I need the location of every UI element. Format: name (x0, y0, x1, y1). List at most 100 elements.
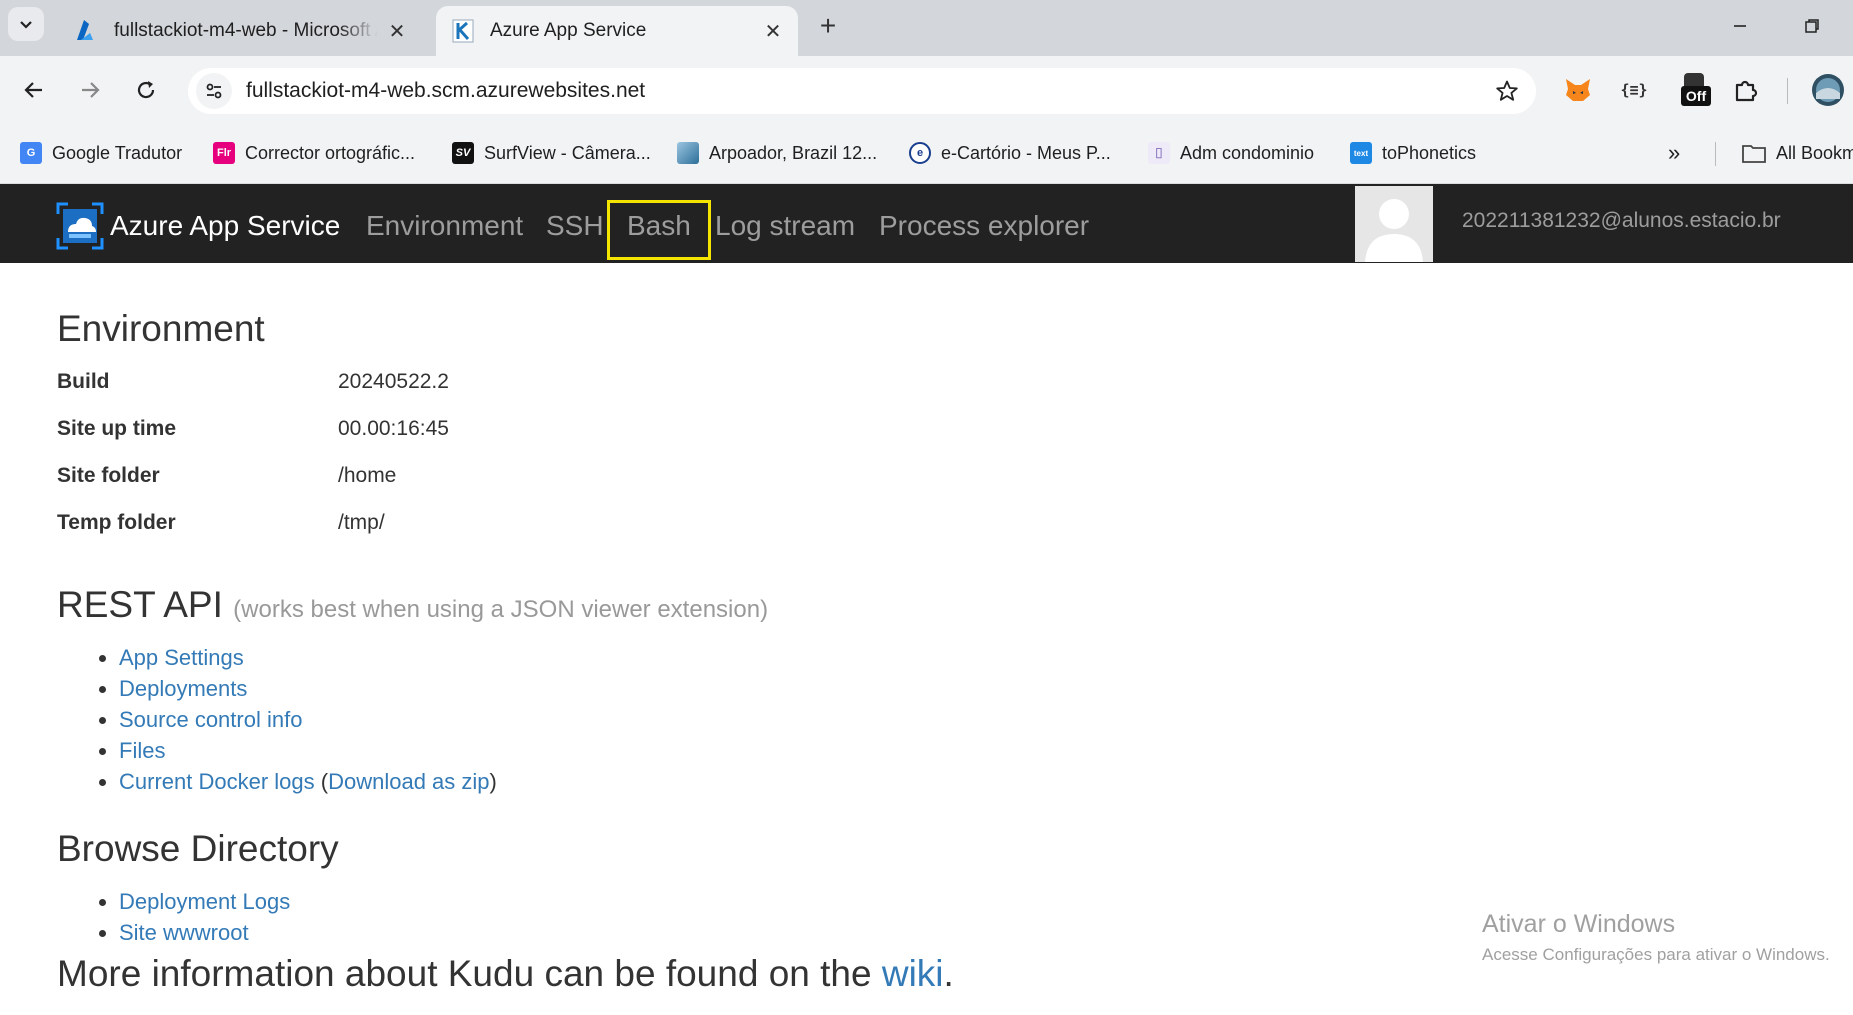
azure-logo-icon (74, 18, 100, 44)
back-button[interactable] (16, 72, 52, 108)
env-key: Site up time (57, 417, 177, 440)
list-item: Current Docker logs (Download as zip) (119, 766, 497, 797)
new-tab-button[interactable]: + (812, 10, 844, 42)
rest-api-heading: REST API (works best when using a JSON v… (57, 584, 768, 626)
tab-title: fullstackiot-m4-web - Microsoft Azure (114, 20, 378, 42)
link-files[interactable]: Files (119, 738, 165, 763)
corrector-icon: Flr (213, 142, 235, 164)
close-icon[interactable]: ✕ (386, 20, 408, 43)
ecartorio-icon: e (909, 142, 931, 164)
link-current-docker-logs[interactable]: Current Docker logs (119, 769, 315, 794)
environment-heading: Environment (57, 308, 265, 349)
arrow-left-icon (24, 82, 42, 98)
off-badge-label: Off (1681, 86, 1711, 106)
braces-icon: {≡} (1620, 81, 1648, 99)
more-info-prefix: More information about Kudu can be found… (57, 953, 872, 994)
env-value: 20240522.2 (338, 370, 449, 393)
list-item: Files (119, 735, 497, 766)
tab-search-button[interactable] (8, 7, 44, 41)
bash-highlight-box (607, 200, 711, 260)
windows-activation-watermark: Ativar o Windows Acesse Configurações pa… (1482, 910, 1830, 965)
more-info-suffix: . (943, 953, 954, 994)
bookmark-tophonetics[interactable]: text toPhonetics (1350, 138, 1476, 168)
bookmark-corrector[interactable]: Flr Corrector ortográfic... (213, 138, 415, 168)
metamask-extension[interactable] (1558, 70, 1598, 110)
site-info-button[interactable] (196, 73, 232, 109)
list-item: App Settings (119, 642, 497, 673)
list-item: Deployments (119, 673, 497, 704)
bookmark-label: SurfView - Câmera... (484, 142, 651, 163)
bookmarks-divider (1715, 142, 1716, 166)
rest-api-links: App Settings Deployments Source control … (57, 642, 497, 797)
reload-button[interactable] (128, 72, 164, 108)
star-icon (1496, 80, 1518, 101)
nav-process-explorer[interactable]: Process explorer (879, 210, 1089, 242)
folder-icon (1742, 145, 1766, 163)
watermark-title: Ativar o Windows (1482, 910, 1676, 938)
brand-link[interactable]: Azure App Service (56, 202, 340, 250)
url-text: fullstackiot-m4-web.scm.azurewebsites.ne… (246, 79, 646, 102)
link-site-wwwroot[interactable]: Site wwwroot (119, 920, 249, 945)
bookmark-adm-condominio[interactable]: ⌷ Adm condominio (1148, 138, 1314, 168)
env-key: Site folder (57, 464, 160, 487)
toolbar-divider (1787, 78, 1788, 104)
env-value: /tmp/ (338, 511, 385, 534)
forward-button[interactable] (72, 72, 108, 108)
bookmarks-overflow-button[interactable]: » (1668, 138, 1680, 168)
nav-environment[interactable]: Environment (366, 210, 523, 242)
rest-api-note: (works best when using a JSON viewer ext… (233, 596, 769, 623)
link-download-as-zip[interactable]: Download as zip (328, 769, 489, 794)
bookmark-google-tradutor[interactable]: G Google Tradutor (20, 138, 182, 168)
link-app-settings[interactable]: App Settings (119, 645, 244, 670)
list-item: Source control info (119, 704, 497, 735)
nav-ssh[interactable]: SSH (546, 210, 604, 242)
bookmark-label: toPhonetics (1382, 142, 1477, 163)
env-value: /home (338, 464, 397, 487)
all-bookmarks-button[interactable]: All Bookmarks (1742, 138, 1853, 168)
brand-title: Azure App Service (110, 210, 341, 241)
json-extension[interactable]: {≡} (1614, 70, 1654, 110)
restore-icon (1805, 19, 1819, 33)
tab-strip: fullstackiot-m4-web - Microsoft Azure ✕ … (0, 0, 1853, 56)
paren-text: ( (320, 769, 329, 794)
tophonetics-icon: text (1350, 142, 1372, 164)
bookmark-star-button[interactable] (1492, 76, 1522, 106)
bookmark-label: Adm condominio (1180, 142, 1315, 163)
fox-icon (1566, 79, 1590, 101)
browser-toolbar: fullstackiot-m4-web.scm.azurewebsites.ne… (0, 56, 1853, 124)
avatar[interactable] (1355, 186, 1433, 262)
bookmark-label: All Bookmarks (1776, 142, 1853, 163)
watermark-subtitle: Acesse Configurações para ativar o Windo… (1482, 945, 1830, 964)
reload-icon (137, 81, 155, 99)
link-deployment-logs[interactable]: Deployment Logs (119, 889, 290, 914)
bookmark-label: e-Cartório - Meus P... (941, 142, 1111, 163)
browse-directory-heading: Browse Directory (57, 828, 339, 869)
list-item: Deployment Logs (119, 886, 290, 917)
address-bar[interactable]: fullstackiot-m4-web.scm.azurewebsites.ne… (188, 68, 1536, 114)
restore-button[interactable] (1792, 8, 1832, 44)
rest-api-title: REST API (57, 584, 223, 625)
toggle-extension[interactable]: Off (1676, 70, 1716, 110)
arrow-right-icon (82, 82, 100, 98)
tab-azure-portal[interactable]: fullstackiot-m4-web - Microsoft Azure ✕ (60, 6, 422, 56)
tab-azure-app-service[interactable]: Azure App Service ✕ (436, 6, 798, 56)
link-source-control-info[interactable]: Source control info (119, 707, 302, 732)
bookmark-label: Corrector ortográfic... (245, 142, 416, 163)
env-key: Temp folder (57, 511, 176, 534)
user-silhouette-icon (1355, 186, 1433, 262)
wiki-link[interactable]: wiki (882, 953, 944, 994)
extensions-button[interactable] (1726, 70, 1766, 110)
bookmark-arpoador[interactable]: Arpoador, Brazil 12... (677, 138, 877, 168)
minimize-button[interactable] (1720, 8, 1760, 44)
link-deployments[interactable]: Deployments (119, 676, 247, 701)
bookmark-ecartorio[interactable]: e e-Cartório - Meus P... (909, 138, 1111, 168)
bookmark-label: Arpoador, Brazil 12... (709, 142, 878, 163)
more-info-text: More information about Kudu can be found… (57, 953, 954, 995)
browse-links: Deployment Logs Site wwwroot (57, 886, 290, 948)
bookmark-surfview[interactable]: SV SurfView - Câmera... (452, 138, 651, 168)
env-value: 00.00:16:45 (338, 417, 449, 440)
close-icon[interactable]: ✕ (762, 20, 784, 43)
nav-log-stream[interactable]: Log stream (715, 210, 855, 242)
profile-button[interactable] (1808, 70, 1848, 110)
tune-icon (206, 83, 222, 99)
